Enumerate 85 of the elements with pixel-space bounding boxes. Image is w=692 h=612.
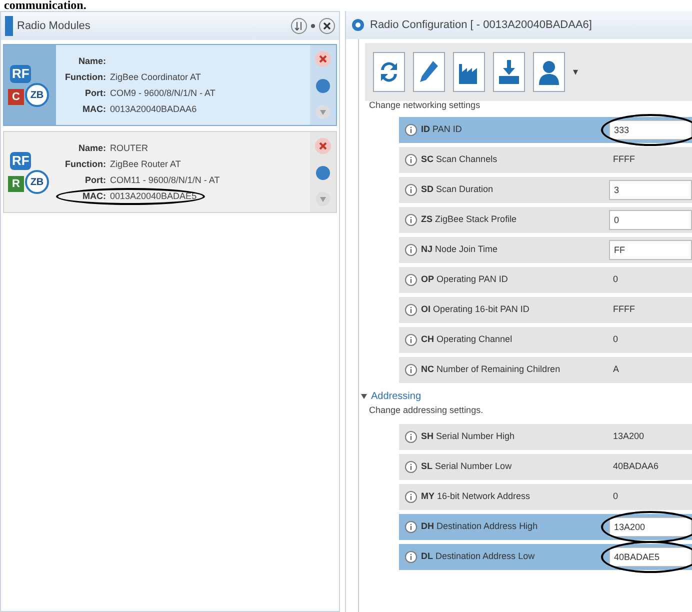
field-label: Function: <box>64 158 107 170</box>
info-icon[interactable] <box>405 430 417 442</box>
info-icon[interactable] <box>405 184 417 196</box>
setting-field[interactable]: 333 <box>609 120 692 140</box>
collapse-icon[interactable] <box>361 394 367 399</box>
field-label: Function: <box>64 72 107 82</box>
field-label: Port: <box>84 174 107 186</box>
role-badge: R <box>8 176 24 192</box>
field-value: 0013A20040BADAE5 <box>110 190 197 202</box>
info-icon[interactable] <box>405 460 417 472</box>
section-description: Change addressing settings. <box>369 404 484 417</box>
setting-field[interactable]: 3 <box>609 180 692 200</box>
module-card[interactable]: RF R ZB Name: ROUTER Function: ZigBee Router AT Port: COM11 - 9600/8/N/1/N - AT MAC: 0013A20040BADAE5 <box>3 131 337 213</box>
setting-value: FFFF <box>612 153 636 166</box>
field-value: COM11 - 9600/8/N/1/N - AT <box>110 174 220 186</box>
zb-label: ZB <box>25 83 49 107</box>
sort-icon[interactable] <box>291 18 307 34</box>
field-label: Port: <box>84 88 107 98</box>
setting-label: SD Scan Duration <box>421 183 494 196</box>
setting-label: NJ Node Join Time <box>421 243 498 256</box>
person-icon <box>537 58 561 86</box>
setting-value: A <box>612 363 620 376</box>
field-label: Name: <box>77 56 107 66</box>
setting-label: OI Operating 16-bit PAN ID <box>421 303 530 316</box>
info-icon[interactable] <box>405 334 417 346</box>
setting-label: ZS ZigBee Stack Profile <box>421 213 517 226</box>
info-icon[interactable] <box>405 490 417 502</box>
setting-field[interactable]: FF <box>609 240 692 260</box>
setting-label: SL Serial Number Low <box>421 460 512 473</box>
panel-title: Radio Modules <box>17 18 92 34</box>
info-icon[interactable] <box>405 364 417 376</box>
setting-value: 0 <box>612 273 620 286</box>
field-value: COM9 - 9600/8/N/1/N - AT <box>110 88 216 98</box>
setting-value: 0 <box>612 333 620 346</box>
setting-label: DH Destination Address High <box>421 520 538 533</box>
info-icon[interactable] <box>405 124 417 136</box>
field-value: ZigBee Coordinator AT <box>110 72 201 82</box>
toolbar-button[interactable] <box>373 52 405 92</box>
info-icon[interactable] <box>405 520 417 532</box>
setting-field[interactable]: 13A200 <box>609 516 692 536</box>
remove-icon[interactable] <box>315 138 331 154</box>
setting-value: FFFF <box>612 303 636 316</box>
setting-value: 40BADAA6 <box>612 460 660 473</box>
role-badge: C <box>8 89 24 105</box>
toolbar-button[interactable] <box>413 52 445 92</box>
setting-label: DL Destination Address Low <box>421 550 535 563</box>
zb-label: ZB <box>25 170 49 194</box>
caption-text: communication. <box>3 0 88 11</box>
section-description: Change networking settings <box>369 101 482 111</box>
field-value: 0013A20040BADAA6 <box>110 104 197 114</box>
close-icon[interactable] <box>319 18 335 34</box>
setting-label: OP Operating PAN ID <box>421 273 508 286</box>
setting-label: SH Serial Number High <box>421 430 515 443</box>
setting-field[interactable]: 0 <box>609 210 692 230</box>
info-icon[interactable] <box>405 304 417 316</box>
field-value: ROUTER <box>110 142 148 154</box>
setting-label: SC Scan Channels <box>421 153 498 166</box>
field-label: MAC: <box>82 190 107 202</box>
setting-label: CH Operating Channel <box>421 333 512 346</box>
panel-icon <box>5 16 13 36</box>
section-heading[interactable]: Addressing <box>371 389 422 404</box>
panel-title: Radio Configuration [ - 0013A20040BADAA6] <box>370 18 592 33</box>
setting-value: 13A200 <box>612 430 646 443</box>
setting-label: MY 16-bit Network Address <box>421 490 530 503</box>
setting-label: NC Number of Remaining Children <box>421 363 560 376</box>
setting-value: 0 <box>612 490 620 503</box>
info-icon[interactable] <box>405 244 417 256</box>
field-value: ZigBee Router AT <box>110 158 181 170</box>
module-card[interactable]: RF C ZB Name: Function: ZigBee Coordinator AT Port: COM9 - 9600/8/N/1/N - AT MAC: 0013A20040BADAA6 <box>3 44 337 126</box>
download-icon <box>497 58 521 86</box>
rf-label: RF <box>10 152 32 170</box>
info-icon[interactable] <box>405 274 417 286</box>
remove-icon[interactable] <box>315 51 331 67</box>
setting-field[interactable]: 40BADAE5 <box>609 546 692 566</box>
info-icon[interactable] <box>405 154 417 166</box>
info-icon[interactable] <box>405 550 417 562</box>
setting-label: ID PAN ID <box>421 123 462 136</box>
toolbar-button[interactable] <box>453 52 485 92</box>
field-label: Name: <box>77 142 107 154</box>
rf-label: RF <box>10 65 32 83</box>
toolbar-button[interactable] <box>493 52 525 92</box>
toolbar-caret[interactable]: ▾ <box>573 64 578 80</box>
field-label: MAC: <box>82 104 107 114</box>
toolbar-button[interactable] <box>533 52 565 92</box>
info-icon[interactable] <box>405 214 417 226</box>
